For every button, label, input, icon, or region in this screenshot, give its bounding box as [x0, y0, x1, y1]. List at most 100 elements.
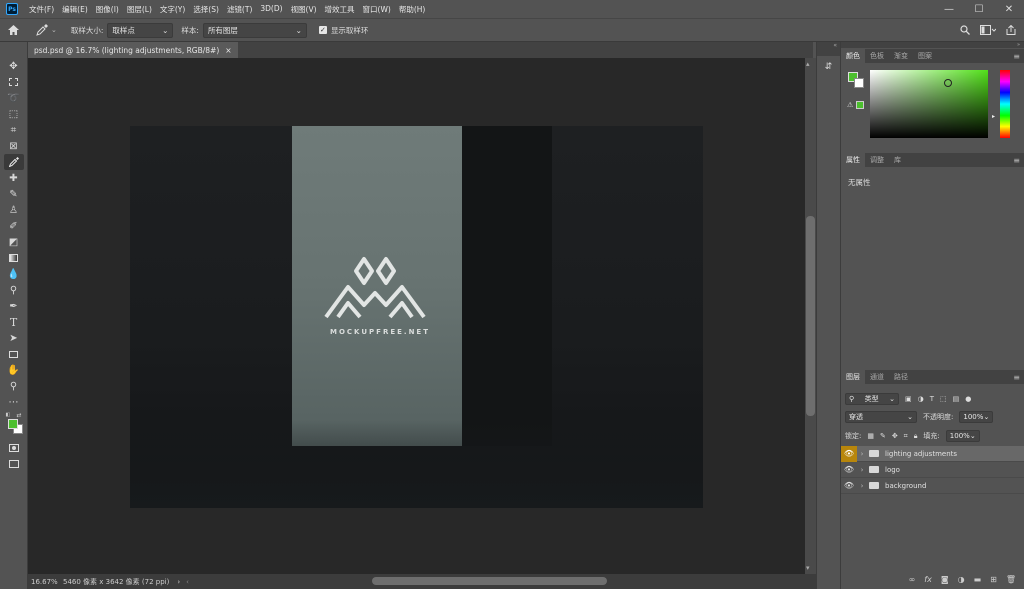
adjustment-layer-icon[interactable]: ◑: [958, 575, 965, 584]
color-panel-menu-icon[interactable]: ≡: [1013, 52, 1020, 61]
lock-position-icon[interactable]: ✥: [892, 432, 898, 440]
expand-group-icon[interactable]: ›: [857, 450, 867, 458]
menu-item[interactable]: 选择(S): [189, 4, 223, 15]
brush-tool-icon[interactable]: ✎: [4, 186, 24, 202]
status-menu-icon[interactable]: ›: [177, 578, 180, 586]
pen-tool-icon[interactable]: ✒: [4, 298, 24, 314]
layers-panel-tab[interactable]: 路径: [889, 370, 913, 384]
layer-row[interactable]: 👁︎ › logo: [841, 462, 1024, 478]
foreground-color-swatch[interactable]: [7, 419, 18, 429]
visibility-eye-icon[interactable]: 👁︎: [841, 481, 857, 490]
sample-size-select[interactable]: 取样点 ⌄: [107, 22, 174, 38]
lock-all-icon[interactable]: 🔒︎: [914, 432, 918, 441]
properties-panel-menu-icon[interactable]: ≡: [1013, 156, 1020, 165]
layer-name[interactable]: background: [885, 482, 926, 490]
color-panel-tab[interactable]: 颜色: [841, 49, 865, 63]
quick-mask-icon[interactable]: [4, 440, 24, 456]
expand-panels-icon[interactable]: «: [817, 42, 840, 56]
layer-name[interactable]: lighting adjustments: [885, 450, 957, 458]
more-tools-icon[interactable]: ⋯: [4, 394, 24, 410]
filter-toggle-icon[interactable]: ●: [965, 395, 971, 403]
opacity-field[interactable]: 100% ⌄: [959, 411, 994, 423]
menu-item[interactable]: 文字(Y): [156, 4, 189, 15]
search-icon[interactable]: [960, 25, 970, 35]
zoom-tool-icon[interactable]: ⚲: [4, 378, 24, 394]
sample-select[interactable]: 所有图层 ⌄: [202, 22, 307, 38]
color-panel-tab[interactable]: 渐变: [889, 49, 913, 63]
menu-item[interactable]: 文件(F): [25, 4, 58, 15]
eyedropper-tool-icon[interactable]: [3, 154, 24, 170]
layers-panel-tab[interactable]: 通道: [865, 370, 889, 384]
gradient-tool-icon[interactable]: [4, 250, 24, 266]
color-field[interactable]: [870, 70, 988, 138]
path-selection-tool-icon[interactable]: ➤: [4, 330, 24, 346]
show-ring-checkbox[interactable]: ✓: [318, 26, 327, 34]
lock-pixels-icon[interactable]: ✎: [880, 432, 886, 440]
menu-item[interactable]: 3D(D): [256, 4, 286, 15]
minimize-button[interactable]: —: [934, 0, 964, 18]
gamut-color-swatch[interactable]: [856, 101, 864, 109]
menu-item[interactable]: 编辑(E): [58, 4, 92, 15]
color-panel-tab[interactable]: 图案: [913, 49, 937, 63]
rectangle-tool-icon[interactable]: [4, 346, 24, 362]
healing-brush-tool-icon[interactable]: ✚: [4, 170, 24, 186]
move-tool-icon[interactable]: ✥: [4, 58, 24, 74]
gamut-warning-icon[interactable]: ⚠: [847, 101, 853, 109]
vertical-scroll-thumb[interactable]: [806, 216, 815, 416]
filter-pixel-icon[interactable]: ▣: [905, 395, 912, 403]
lasso-tool-icon[interactable]: ➰: [4, 90, 24, 106]
default-colors-icon[interactable]: ◧: [6, 412, 11, 418]
history-panel-icon[interactable]: ⇵: [822, 60, 836, 74]
workspace-icon[interactable]: [980, 25, 996, 35]
object-selection-tool-icon[interactable]: ⬚: [4, 106, 24, 122]
horizontal-scroll-thumb[interactable]: [372, 577, 607, 585]
document-info[interactable]: 5460 像素 x 3642 像素 (72 ppi): [63, 577, 169, 587]
swap-colors-icon[interactable]: ⇄: [17, 412, 22, 419]
scroll-up-icon[interactable]: ▴: [806, 60, 810, 68]
filter-type-icon[interactable]: T: [930, 395, 934, 403]
visibility-eye-icon[interactable]: 👁︎: [841, 465, 857, 474]
properties-panel-tab[interactable]: 库: [889, 153, 906, 167]
filter-shape-icon[interactable]: ⬚: [940, 395, 947, 403]
layer-style-icon[interactable]: fx: [924, 575, 932, 584]
new-layer-icon[interactable]: ⊞: [990, 575, 997, 584]
expand-group-icon[interactable]: ›: [857, 482, 867, 490]
scroll-left-icon[interactable]: ‹: [186, 578, 189, 586]
layer-mask-icon[interactable]: ◙: [941, 575, 949, 584]
color-picker-cursor[interactable]: [944, 79, 952, 87]
filter-smart-object-icon[interactable]: ▤: [953, 395, 960, 403]
expand-group-icon[interactable]: ›: [857, 466, 867, 474]
menu-item[interactable]: 增效工具: [321, 4, 359, 15]
scroll-down-icon[interactable]: ▾: [806, 564, 810, 572]
new-group-icon[interactable]: ▬: [974, 575, 982, 584]
menu-item[interactable]: 图层(L): [123, 4, 156, 15]
tool-preset-picker[interactable]: ⌄: [36, 24, 57, 36]
hue-slider[interactable]: [1000, 70, 1010, 138]
panel-background-swatch[interactable]: [854, 78, 864, 88]
layer-row[interactable]: 👁︎ › background: [841, 478, 1024, 494]
delete-layer-icon[interactable]: 🗑︎: [1006, 575, 1016, 584]
menu-item[interactable]: 滤镜(T): [223, 4, 256, 15]
properties-panel-tab[interactable]: 调整: [865, 153, 889, 167]
share-icon[interactable]: [1006, 25, 1016, 35]
menu-item[interactable]: 窗口(W): [359, 4, 395, 15]
zoom-level[interactable]: 16.67%: [28, 578, 62, 586]
filter-adjustment-icon[interactable]: ◑: [918, 395, 924, 403]
layer-filter-select[interactable]: ⚲ 类型 ⌄: [845, 393, 899, 405]
menu-item[interactable]: 帮助(H): [395, 4, 430, 15]
close-tab-icon[interactable]: ×: [225, 46, 231, 55]
blur-tool-icon[interactable]: 💧: [4, 266, 24, 282]
layer-row[interactable]: 👁︎ › lighting adjustments: [841, 445, 1024, 462]
clone-stamp-tool-icon[interactable]: ♙: [4, 202, 24, 218]
close-button[interactable]: ✕: [994, 0, 1024, 18]
history-brush-tool-icon[interactable]: ✐: [4, 218, 24, 234]
type-tool-icon[interactable]: T: [4, 314, 24, 330]
crop-tool-icon[interactable]: ⌗: [4, 122, 24, 138]
home-icon[interactable]: [0, 25, 26, 35]
eraser-tool-icon[interactable]: ◩: [4, 234, 24, 250]
screen-mode-icon[interactable]: [4, 456, 24, 472]
lock-artboard-icon[interactable]: ⌗: [904, 432, 908, 441]
collapse-panels-icon[interactable]: »: [841, 42, 1024, 48]
frame-tool-icon[interactable]: ⊠: [4, 138, 24, 154]
color-swatches[interactable]: ◧ ⇄: [4, 412, 24, 434]
